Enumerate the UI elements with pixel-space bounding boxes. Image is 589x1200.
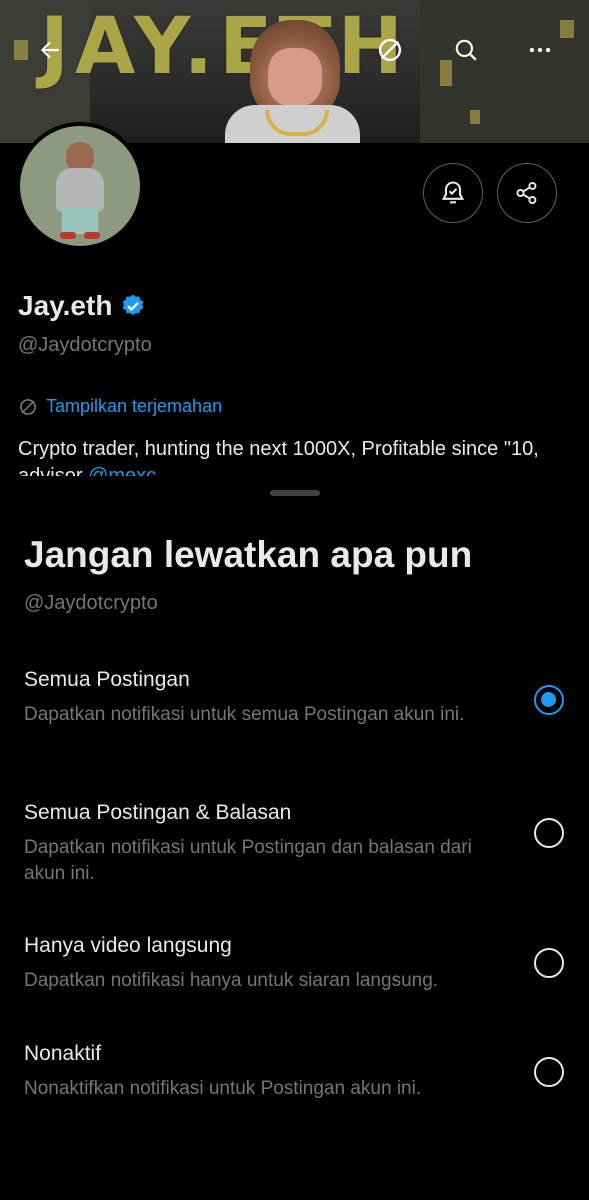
translate-link[interactable]: Tampilkan terjemahan [18,396,222,417]
search-button[interactable] [446,30,486,70]
sheet-title: Jangan lewatkan apa pun [24,534,473,575]
translate-small-icon [20,398,36,415]
option-all-posts[interactable]: Semua Postingan Dapatkan notifikasi untu… [0,668,589,778]
radio-live-video-only[interactable] [534,948,564,978]
more-icon [529,47,551,53]
share-button[interactable] [497,163,557,223]
option-description: Nonaktifkan notifikasi untuk Postingan a… [24,1078,422,1099]
banner-text: JAY.ETH [40,2,409,92]
avatar[interactable] [16,122,144,250]
search-icon [455,39,477,61]
option-description: Dapatkan notifikasi hanya untuk siaran l… [24,970,439,991]
verified-badge-icon [123,294,144,316]
notification-options-sheet: Jangan lewatkan apa pun @Jaydotcrypto Se… [0,476,589,1200]
arrow-left-icon [40,41,59,59]
share-icon [516,181,537,205]
option-off[interactable]: Nonaktif Nonaktifkan notifikasi untuk Po… [0,1042,589,1122]
option-live-video-only[interactable]: Hanya video langsung Dapatkan notifikasi… [0,934,589,1014]
bell-check-icon [441,181,465,204]
translate-icon [378,38,402,62]
radio-all-posts[interactable] [534,685,564,715]
option-title: Nonaktif [24,1042,102,1065]
translate-label: Tampilkan terjemahan [46,396,223,416]
option-description: Dapatkan notifikasi untuk semua Postinga… [24,704,465,725]
option-title: Semua Postingan [24,668,190,691]
sheet-handle: @Jaydotcrypto [24,592,158,614]
radio-off[interactable] [534,1057,564,1087]
option-title: Semua Postingan & Balasan [24,801,292,824]
profile-bio: Crypto trader, hunting the next 1000X, P… [18,436,578,480]
option-description: Dapatkan notifikasi untuk Postingan dan … [24,837,472,884]
option-posts-and-replies[interactable]: Semua Postingan & Balasan Dapatkan notif… [0,801,589,911]
notifications-button[interactable] [423,163,483,223]
option-title: Hanya video langsung [24,934,232,957]
profile-name: Jay.eth [18,290,113,321]
profile-handle: @Jaydotcrypto [18,334,152,356]
more-button[interactable] [520,30,560,70]
back-button[interactable] [30,30,70,70]
sheet-grabber[interactable] [270,490,320,496]
profile-name-row: Jay.eth [18,290,146,322]
translate-button[interactable] [370,30,410,70]
radio-posts-and-replies[interactable] [534,818,564,848]
